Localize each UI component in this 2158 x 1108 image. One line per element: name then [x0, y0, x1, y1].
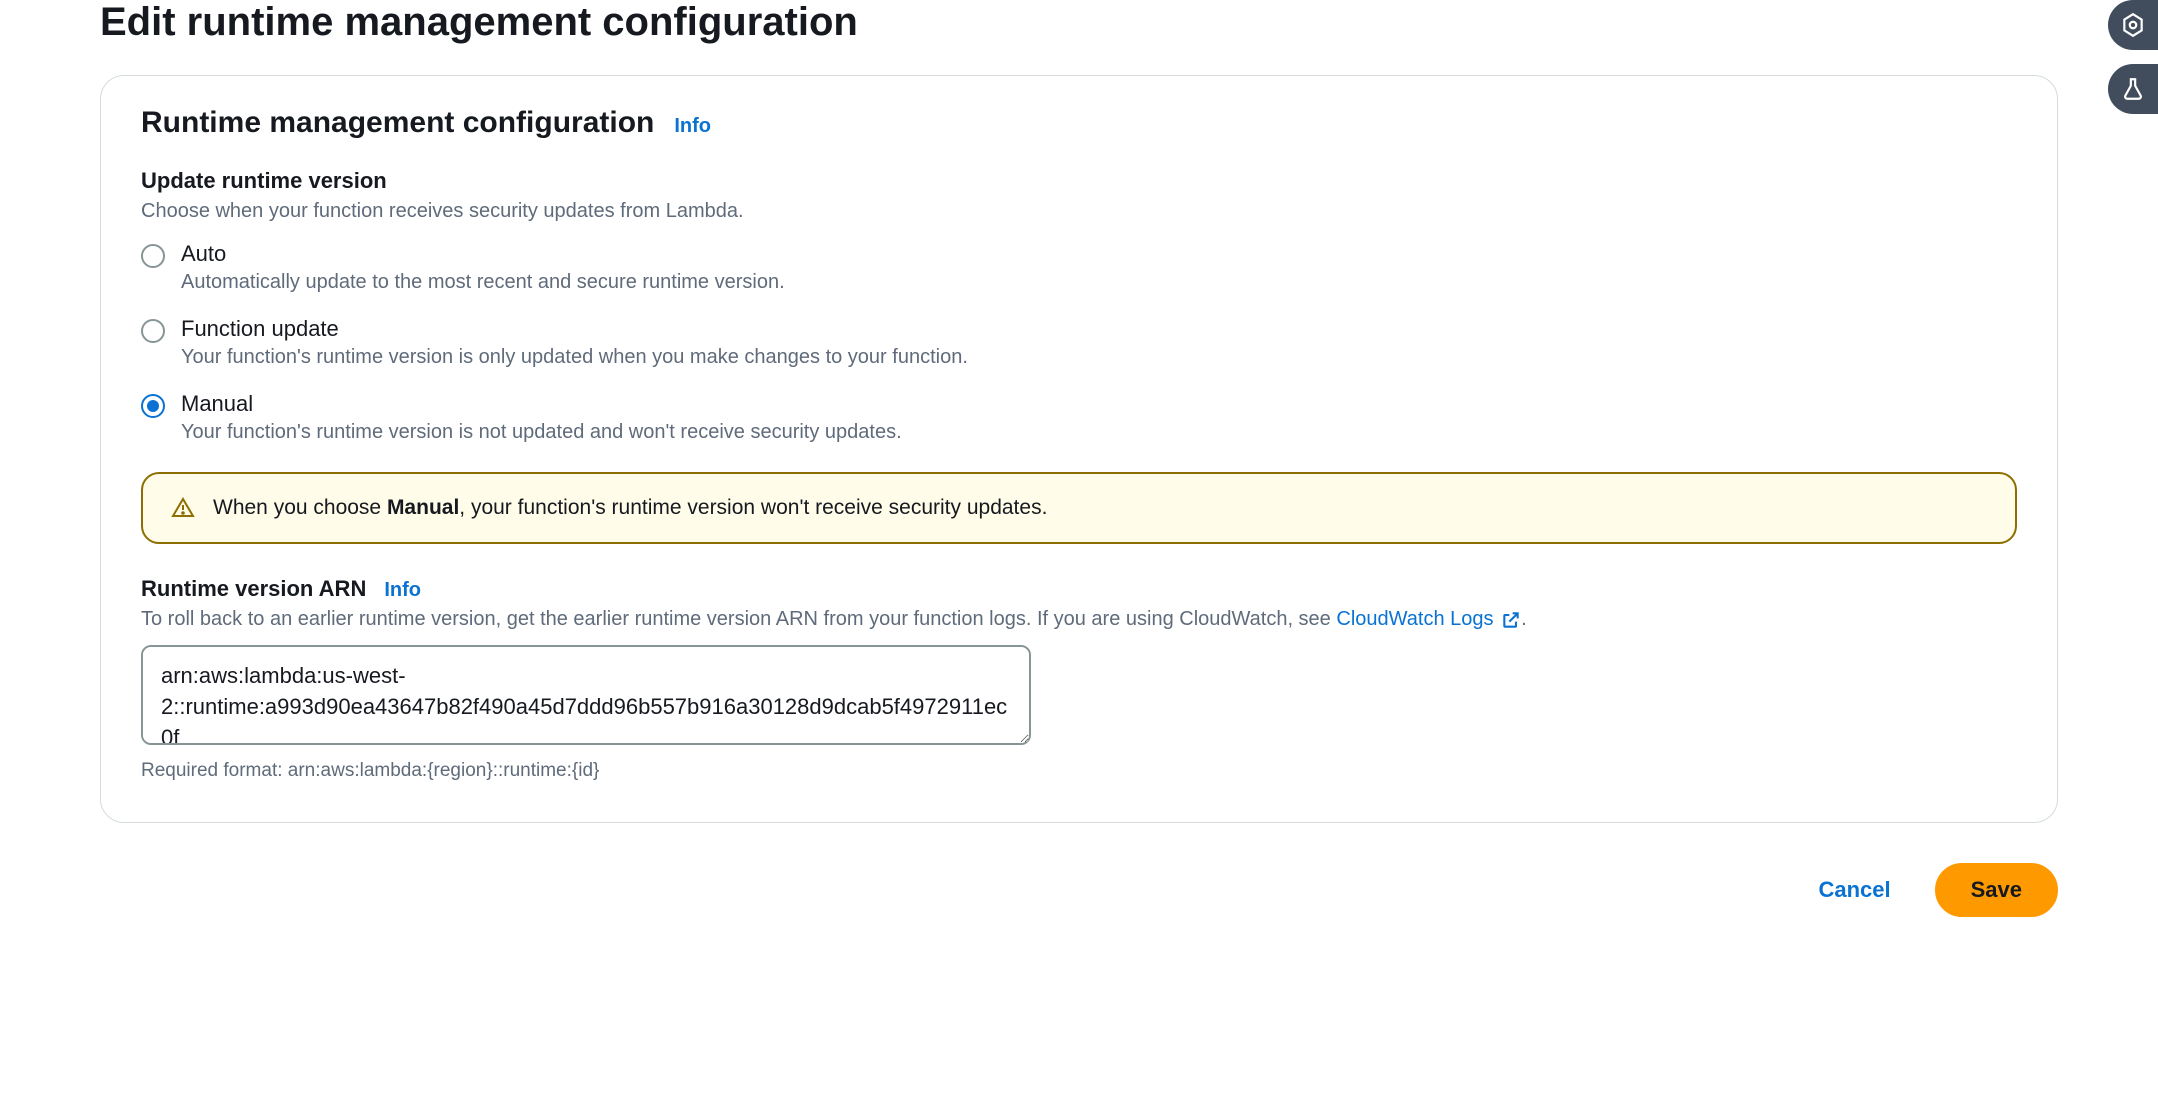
arn-input[interactable] — [141, 645, 1031, 745]
radio-label-auto: Auto — [181, 241, 785, 267]
radio-circle-icon — [141, 244, 165, 268]
radio-group: Auto Automatically update to the most re… — [141, 241, 2017, 444]
arn-desc-prefix: To roll back to an earlier runtime versi… — [141, 608, 1336, 630]
action-buttons: Cancel Save — [100, 863, 2058, 917]
cloudwatch-logs-link[interactable]: CloudWatch Logs — [1336, 608, 1521, 630]
side-badge-settings[interactable] — [2108, 0, 2158, 50]
warning-box: When you choose Manual, your function's … — [141, 472, 2017, 544]
warning-triangle-icon — [171, 496, 195, 520]
radio-sub-function-update: Your function's runtime version is only … — [181, 346, 968, 369]
side-badge-rail — [2108, 0, 2158, 114]
save-button[interactable]: Save — [1935, 863, 2058, 917]
update-section-desc: Choose when your function receives secur… — [141, 200, 2017, 223]
external-link-icon — [1501, 610, 1521, 630]
panel-info-link[interactable]: Info — [674, 115, 711, 138]
radio-option-function-update[interactable]: Function update Your function's runtime … — [141, 316, 2017, 369]
page-title: Edit runtime management configuration — [100, 0, 2058, 45]
radio-sub-auto: Automatically update to the most recent … — [181, 271, 785, 294]
warning-prefix: When you choose — [213, 496, 387, 519]
panel-title: Runtime management configuration — [141, 106, 654, 140]
arn-desc-suffix: . — [1521, 608, 1527, 630]
config-panel: Runtime management configuration Info Up… — [100, 75, 2058, 823]
radio-option-manual[interactable]: Manual Your function's runtime version i… — [141, 391, 2017, 444]
side-badge-experiment[interactable] — [2108, 64, 2158, 114]
arn-section: Runtime version ARN Info To roll back to… — [141, 576, 2017, 782]
radio-label-function-update: Function update — [181, 316, 968, 342]
radio-option-auto[interactable]: Auto Automatically update to the most re… — [141, 241, 2017, 294]
update-runtime-section: Update runtime version Choose when your … — [141, 168, 2017, 782]
radio-circle-icon — [141, 319, 165, 343]
arn-hint: Required format: arn:aws:lambda:{region}… — [141, 760, 2017, 782]
arn-title: Runtime version ARN — [141, 576, 366, 602]
radio-circle-icon — [141, 394, 165, 418]
panel-header: Runtime management configuration Info — [141, 106, 2017, 140]
update-section-title: Update runtime version — [141, 168, 2017, 194]
warning-suffix: , your function's runtime version won't … — [459, 496, 1047, 519]
radio-sub-manual: Your function's runtime version is not u… — [181, 421, 902, 444]
arn-desc: To roll back to an earlier runtime versi… — [141, 608, 2017, 631]
warning-bold: Manual — [387, 496, 459, 519]
radio-label-manual: Manual — [181, 391, 902, 417]
cancel-button[interactable]: Cancel — [1794, 863, 1914, 917]
arn-info-link[interactable]: Info — [384, 579, 421, 602]
warning-text: When you choose Manual, your function's … — [213, 496, 1047, 520]
